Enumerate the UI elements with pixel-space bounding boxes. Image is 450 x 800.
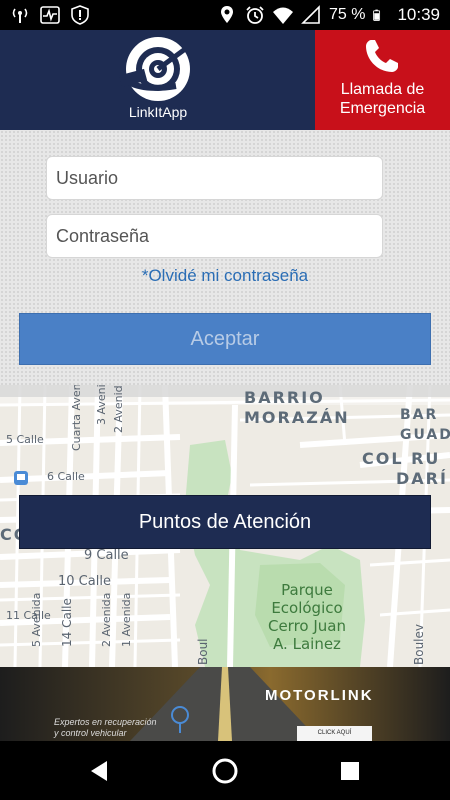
map-label-barrio-line-2: MORAZÁN	[244, 408, 350, 427]
antenna-icon	[12, 8, 28, 23]
system-nav-bar	[0, 741, 450, 800]
status-left	[10, 5, 90, 25]
banner-brand: MOTORLINK	[265, 687, 374, 704]
battery-percent: 75 %	[328, 6, 366, 23]
emergency-call-button[interactable]: Llamada de Emergencia	[315, 30, 450, 130]
phone-icon	[366, 40, 398, 72]
app-logo: LinkItApp	[118, 34, 198, 126]
map-label-1-avenida: 1 Avenida	[120, 592, 133, 647]
accept-button[interactable]: Aceptar	[19, 313, 431, 365]
banner-tagline: Expertos en recuperación y control vehic…	[54, 717, 157, 739]
forgot-password-link[interactable]: *Olvidé mi contraseña	[0, 266, 450, 286]
map-label-3-avenida: 3 Avenida	[95, 385, 108, 425]
ad-banner[interactable]: MOTORLINK Expertos en recuperación y con…	[0, 667, 450, 741]
map-label-2-avenida-south: 2 Avenida	[100, 592, 113, 647]
radar-logo-icon	[118, 37, 194, 101]
shield-alert-icon	[71, 5, 89, 25]
alarm-icon	[246, 6, 264, 24]
map-label-boulevard-1: Boul	[196, 638, 210, 665]
home-icon[interactable]	[210, 756, 240, 786]
emergency-label-line-2: Emergencia	[339, 100, 426, 117]
map-label-park-line-1: Parque	[281, 581, 333, 599]
login-form: *Olvidé mi contraseña Aceptar	[0, 130, 450, 385]
map-label-11-calle: 11 Calle	[6, 609, 51, 622]
banner-cta-button[interactable]: CLICK AQUÍ	[297, 726, 372, 741]
app-name: LinkItApp	[128, 104, 188, 120]
map-label-barrio-guada-line-1: BAR	[400, 407, 439, 423]
pulse-icon	[40, 6, 60, 24]
map-label-cuarta-avenida: Cuarta Avenida	[70, 385, 83, 451]
forgot-password-label: *Olvidé mi contraseña	[141, 266, 309, 285]
emergency-label: Llamada de Emergencia	[315, 80, 450, 118]
banner-tagline-line-1: Expertos en recuperación	[54, 717, 157, 727]
map-label-barrio: BARRIO MORAZÁN	[244, 388, 350, 428]
recents-icon[interactable]	[335, 756, 365, 786]
map-label-col: COL RU DARÍ	[362, 449, 448, 489]
map-view[interactable]: BARRIO MORAZÁN BAR GUADA COL RU DARÍ Par…	[0, 385, 450, 667]
map-label-10-calle: 10 Calle	[58, 574, 111, 589]
map-label-park: Parque Ecológico Cerro Juan A. Lainez	[262, 581, 352, 653]
banner-tagline-line-2: y control vehicular	[54, 728, 127, 738]
back-icon[interactable]	[85, 756, 115, 786]
map-label-barrio-guada-line-2: GUADA	[400, 427, 450, 443]
status-right: 75 % 10:39	[217, 5, 440, 25]
map-label-park-line-3: Cerro Juan	[267, 617, 347, 635]
service-points-button[interactable]: Puntos de Atención	[19, 495, 431, 549]
status-bar: 75 % 10:39	[0, 0, 450, 30]
map-label-boulevard-2: Boulev	[412, 624, 426, 665]
app-header: LinkItApp Llamada de Emergencia	[0, 30, 450, 130]
map-label-park-line-4: A. Lainez	[273, 635, 341, 653]
location-icon	[220, 6, 233, 23]
map-label-barrio-guada: BAR GUADA	[400, 405, 450, 445]
emergency-label-line-1: Llamada de	[340, 81, 425, 98]
map-label-park-line-2: Ecológico	[271, 599, 343, 617]
map-label-col-line-2: DARÍ	[396, 469, 448, 488]
map-label-col-line-1: COL RU	[362, 449, 441, 468]
map-label-6-calle: 6 Calle	[47, 470, 85, 483]
map-label-14-calle: 14 Calle	[60, 598, 74, 647]
wifi-icon	[272, 7, 293, 24]
battery-icon	[373, 9, 381, 21]
map-label-5-calle: 5 Calle	[6, 433, 44, 446]
clock: 10:39	[397, 5, 440, 24]
map-label-5-avenida: 5 Avenida	[30, 592, 43, 647]
map-label-9-calle: 9 Calle	[84, 548, 129, 563]
map-label-2-avenida: 2 Avenida	[112, 385, 125, 433]
signal-icon	[301, 5, 320, 24]
password-field[interactable]	[46, 214, 383, 258]
map-label-barrio-line-1: BARRIO	[244, 388, 325, 407]
username-field[interactable]	[46, 156, 383, 200]
